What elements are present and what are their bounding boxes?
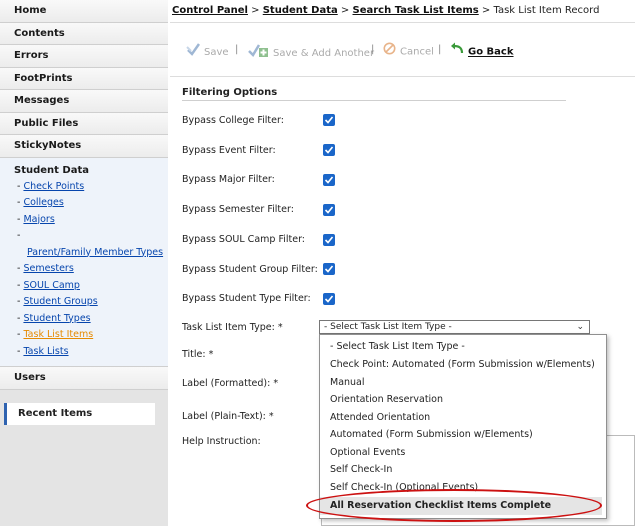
- save-icon: [186, 42, 201, 62]
- save-label: Save: [204, 47, 229, 58]
- sidebar-item-task-lists: - Task Lists: [17, 345, 69, 357]
- bypass-student-group-label: Bypass Student Group Filter:: [182, 264, 318, 275]
- nav-public-files[interactable]: Public Files: [0, 112, 168, 135]
- toolbar-separator: |: [438, 44, 442, 55]
- cancel-icon: [383, 42, 396, 61]
- toolbar: Save | Save & Add Another | Cancel | Go …: [170, 22, 635, 77]
- cancel-button[interactable]: Cancel: [383, 42, 434, 58]
- sidebar-link-soul-camp[interactable]: SOUL Camp: [23, 280, 80, 291]
- dropdown-option[interactable]: Attended Orientation: [320, 409, 602, 427]
- breadcrumb: Control Panel > Student Data > Search Ta…: [172, 5, 599, 16]
- nav-messages[interactable]: Messages: [0, 90, 168, 113]
- sidebar-link-semesters[interactable]: Semesters: [23, 263, 73, 274]
- task-list-item-type-dropdown: - Select Task List Item Type - Check Poi…: [319, 334, 607, 519]
- go-back-label: Go Back: [468, 46, 514, 58]
- save-button[interactable]: Save: [186, 42, 229, 58]
- dropdown-option[interactable]: Orientation Reservation: [320, 391, 602, 409]
- bypass-student-type-checkbox[interactable]: [323, 293, 335, 305]
- nav-stickynotes[interactable]: StickyNotes: [0, 135, 168, 158]
- bypass-semester-checkbox[interactable]: [323, 204, 335, 216]
- bypass-college-checkbox[interactable]: [323, 114, 335, 126]
- bypass-soul-camp-checkbox[interactable]: [323, 234, 335, 246]
- bypass-college-label: Bypass College Filter:: [182, 115, 284, 126]
- chevron-down-icon: ⌄: [576, 322, 584, 332]
- breadcrumb-student-data[interactable]: Student Data: [263, 5, 338, 16]
- breadcrumb-separator: >: [251, 5, 260, 16]
- cancel-label: Cancel: [400, 46, 434, 58]
- sidebar-item-check-points: - Check Points: [17, 180, 85, 192]
- save-add-another-label: Save & Add Another: [273, 48, 375, 59]
- save-add-another-button[interactable]: Save & Add Another: [247, 42, 375, 59]
- dropdown-option[interactable]: Automated (Form Submission w/Elements): [320, 426, 602, 444]
- sidebar-link-task-list-items[interactable]: Task List Items: [23, 329, 93, 340]
- bypass-soul-camp-label: Bypass SOUL Camp Filter:: [182, 234, 306, 245]
- bypass-major-label: Bypass Major Filter:: [182, 174, 275, 185]
- sidebar-item-colleges: - Colleges: [17, 197, 64, 208]
- toolbar-separator: |: [371, 44, 375, 55]
- sidebar-link-student-groups[interactable]: Student Groups: [23, 296, 97, 307]
- recent-items-panel[interactable]: Recent Items: [4, 403, 155, 425]
- help-instruction-label: Help Instruction:: [182, 436, 261, 447]
- bypass-student-type-label: Bypass Student Type Filter:: [182, 293, 311, 304]
- toolbar-separator: |: [235, 44, 239, 55]
- breadcrumb-control-panel[interactable]: Control Panel: [172, 5, 248, 16]
- go-back-icon: [450, 42, 464, 61]
- nav-errors[interactable]: Errors: [0, 45, 168, 68]
- task-list-item-type-label: Task List Item Type: *: [182, 322, 283, 333]
- sidebar-item-parent-family: - Parent/Family Member Types: [17, 230, 164, 258]
- title-label: Title: *: [182, 349, 214, 360]
- sidebar: Home Contents Errors FootPrints Messages…: [0, 0, 168, 526]
- nav-contents[interactable]: Contents: [0, 22, 168, 45]
- sidebar-item-student-groups: - Student Groups: [17, 296, 98, 307]
- dropdown-option[interactable]: Self Check-In (Optional Events): [320, 479, 602, 497]
- sidebar-item-semesters: - Semesters: [17, 263, 74, 274]
- go-back-button[interactable]: Go Back: [450, 42, 514, 58]
- breadcrumb-separator: >: [340, 5, 350, 16]
- sidebar-item-task-list-items: - Task List Items: [17, 329, 94, 340]
- nav-users[interactable]: Users: [0, 367, 168, 390]
- main-content: Control Panel > Student Data > Search Ta…: [170, 0, 635, 526]
- sidebar-item-majors: - Majors: [17, 213, 55, 225]
- dropdown-option[interactable]: Manual: [320, 374, 602, 392]
- student-data-section: Student Data - Check Points - Colleges - Ma…: [0, 157, 168, 367]
- sidebar-item-soul-camp: - SOUL Camp: [17, 279, 80, 291]
- label-plain-text-label: Label (Plain-Text): *: [182, 411, 274, 422]
- task-list-item-type-select[interactable]: - Select Task List Item Type - ⌄: [319, 320, 590, 334]
- bypass-event-checkbox[interactable]: [323, 144, 335, 156]
- save-add-icon: [247, 42, 269, 64]
- sidebar-link-student-types[interactable]: Student Types: [23, 313, 90, 324]
- bypass-student-group-checkbox[interactable]: [323, 263, 335, 275]
- breadcrumb-search-task-list-items[interactable]: Search Task List Items: [353, 5, 479, 16]
- dropdown-option[interactable]: - Select Task List Item Type -: [320, 338, 602, 356]
- sidebar-link-colleges[interactable]: Colleges: [23, 197, 63, 208]
- dropdown-option[interactable]: Optional Events: [320, 444, 602, 462]
- sidebar-link-majors[interactable]: Majors: [23, 214, 54, 225]
- sidebar-item-student-types: - Student Types: [17, 312, 91, 324]
- label-formatted-label: Label (Formatted): *: [182, 378, 279, 389]
- breadcrumb-current: Task List Item Record: [493, 5, 600, 16]
- sidebar-link-task-lists[interactable]: Task Lists: [23, 346, 68, 357]
- student-data-title[interactable]: Student Data: [14, 163, 168, 179]
- sidebar-link-check-points[interactable]: Check Points: [23, 181, 84, 192]
- dropdown-option[interactable]: Self Check-In: [320, 461, 602, 479]
- bypass-major-checkbox[interactable]: [323, 174, 335, 186]
- filtering-options-heading: Filtering Options: [182, 87, 566, 101]
- dropdown-option[interactable]: Check Point: Automated (Form Submission …: [320, 356, 602, 374]
- nav-footprints[interactable]: FootPrints: [0, 67, 168, 90]
- breadcrumb-separator: >: [481, 5, 491, 16]
- sidebar-link-parent-family[interactable]: Parent/Family Member Types: [27, 247, 163, 258]
- bypass-semester-label: Bypass Semester Filter:: [182, 204, 294, 215]
- select-value: - Select Task List Item Type -: [324, 322, 452, 332]
- bypass-event-label: Bypass Event Filter:: [182, 145, 276, 156]
- dropdown-option-highlighted[interactable]: All Reservation Checklist Items Complete: [320, 497, 602, 515]
- nav-home[interactable]: Home: [0, 0, 168, 23]
